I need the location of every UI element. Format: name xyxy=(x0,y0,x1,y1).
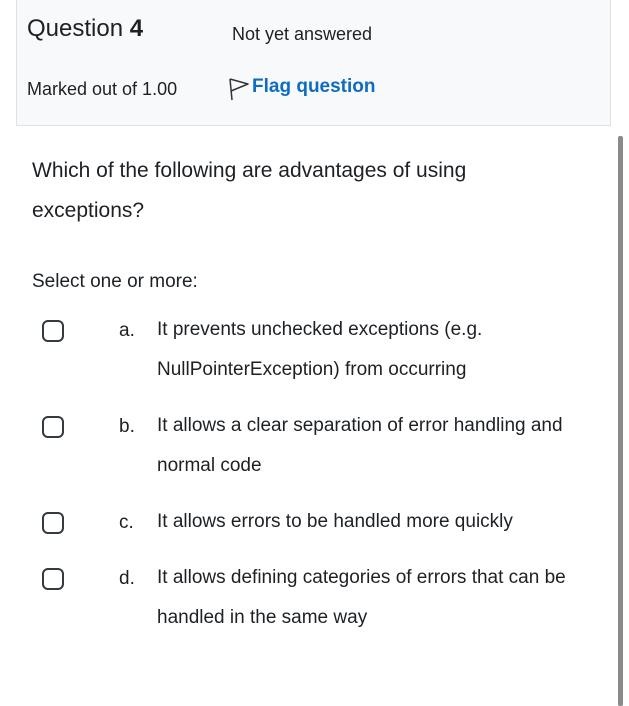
option-c-letter: c. xyxy=(119,512,134,533)
question-label: Question xyxy=(27,15,124,42)
option-b-text: It allows a clear separation of error ha… xyxy=(157,415,563,476)
option-c-text: It allows errors to be handled more quic… xyxy=(157,511,513,532)
flag-question-label: Flag question xyxy=(252,75,376,97)
vertical-scrollbar[interactable] xyxy=(618,136,623,706)
option-d-letter: d. xyxy=(119,568,135,589)
question-text: Which of the following are advantages of… xyxy=(32,159,467,222)
option-c-checkbox[interactable] xyxy=(42,512,64,534)
option-a-letter: a. xyxy=(119,320,135,341)
flag-icon xyxy=(227,76,251,102)
question-state: Not yet answered xyxy=(232,24,373,44)
question-number-heading: Question 4 xyxy=(27,15,143,43)
option-d-checkbox[interactable] xyxy=(42,568,64,590)
option-b-letter: b. xyxy=(119,416,135,437)
option-b-checkbox[interactable] xyxy=(42,416,64,438)
flag-question-link[interactable]: Flag question xyxy=(227,76,376,102)
question-info-panel: Question 4 Not yet answered Marked out o… xyxy=(16,0,611,126)
question-number: 4 xyxy=(129,15,144,42)
option-a-checkbox[interactable] xyxy=(42,320,64,342)
question-grade: Marked out of 1.00 xyxy=(27,79,178,99)
option-d-text: It allows defining categories of errors … xyxy=(157,567,566,628)
answer-prompt: Select one or more: xyxy=(32,271,198,292)
option-a-text: It prevents unchecked exceptions (e.g. N… xyxy=(157,319,483,380)
